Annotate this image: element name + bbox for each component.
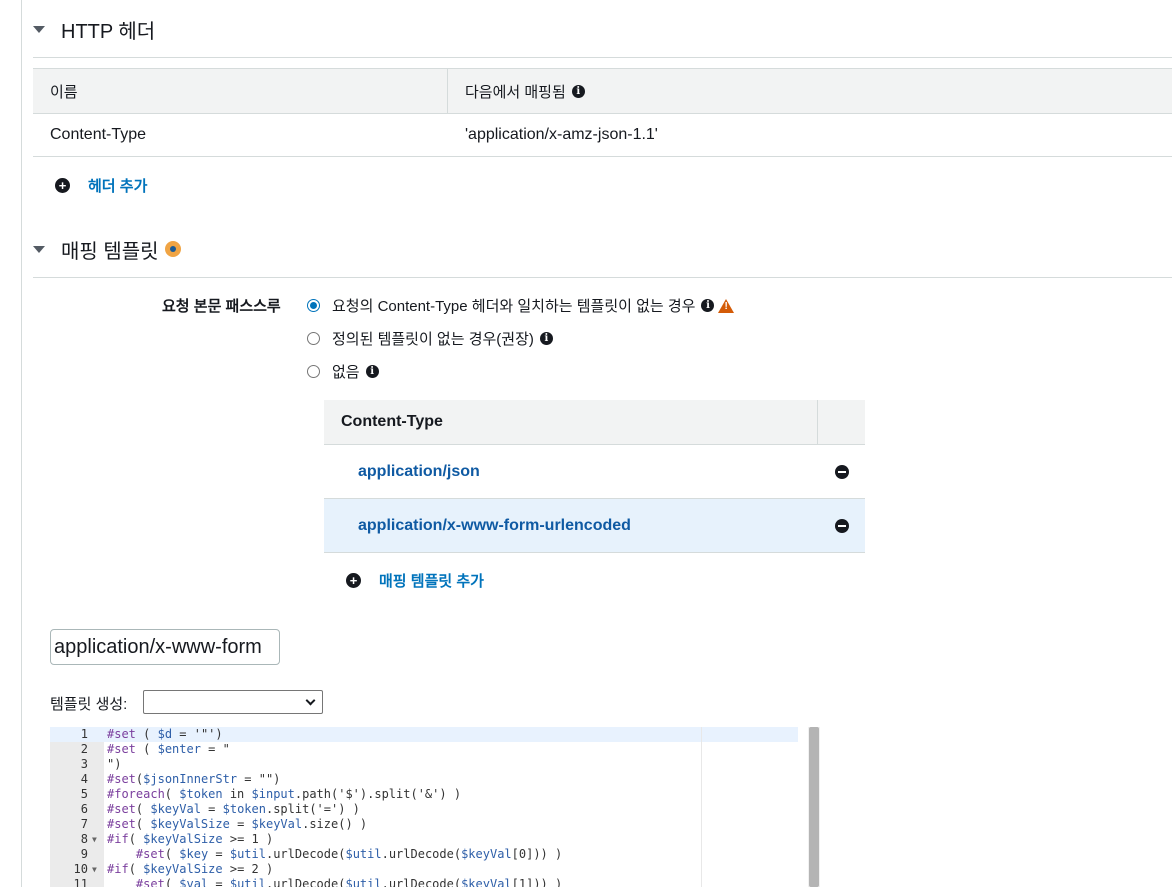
info-icon[interactable]: i — [365, 365, 379, 378]
code-line[interactable]: #set( $keyValSize = $keyVal.size() ) — [107, 817, 367, 832]
mapping-templates-section-header[interactable]: 매핑 템플릿 — [33, 234, 181, 264]
radio-button[interactable] — [307, 365, 320, 378]
code-line[interactable]: #set ( $enter = " — [107, 742, 230, 757]
http-headers-title: HTTP 헤더 — [61, 20, 156, 43]
generate-template-label: 템플릿 생성: — [50, 696, 128, 713]
fold-toggle-icon[interactable]: ▼ — [92, 832, 97, 847]
content-type-row[interactable]: application/x-www-form-urlencoded — [324, 499, 865, 553]
left-border — [21, 0, 22, 887]
radio-button[interactable] — [307, 332, 320, 345]
code-line[interactable]: #foreach( $token in $input.path('$').spl… — [107, 787, 461, 802]
content-type-table: Content-Type application/json applicatio… — [324, 400, 865, 553]
content-type-row[interactable]: application/json — [324, 445, 865, 499]
table-row[interactable]: Content-Type 'application/x-amz-json-1.1… — [33, 114, 1172, 157]
mapping-templates-title: 매핑 템플릿 — [61, 240, 159, 263]
line-number: 10 — [73, 862, 88, 876]
collapse-caret-icon[interactable] — [33, 245, 45, 253]
plus-icon: + — [55, 178, 70, 193]
code-line[interactable]: #set( $val = $util.urlDecode($util.urlDe… — [107, 877, 562, 887]
table-header-row: Content-Type — [324, 400, 865, 445]
line-number: 4 — [80, 772, 88, 786]
warning-icon — [718, 298, 735, 313]
remove-icon[interactable] — [834, 518, 849, 533]
code-line[interactable]: #if( $keyValSize >= 1 ) — [107, 832, 273, 847]
passthrough-option-when-no-templates[interactable]: 정의된 템플릿이 없는 경우(권장) i — [307, 328, 553, 349]
code-line[interactable]: #set($jsonInnerStr = "") — [107, 772, 280, 787]
content-type-link[interactable]: application/json — [324, 463, 818, 481]
line-number: 11 — [73, 877, 88, 887]
line-number: 3 — [80, 757, 88, 771]
passthrough-label: 요청 본문 패스스루 — [162, 298, 281, 315]
header-name-cell: Content-Type — [50, 126, 147, 143]
add-mapping-template-label: 매핑 템플릿 추가 — [379, 573, 484, 590]
header-mapped-from-cell: 'application/x-amz-json-1.1' — [465, 126, 658, 143]
code-line[interactable]: #set( $keyVal = $token.split('=') ) — [107, 802, 360, 817]
divider — [33, 57, 1172, 58]
plus-icon: + — [346, 573, 361, 588]
option-label: 요청의 Content-Type 헤더와 일치하는 템플릿이 없는 경우 — [332, 298, 696, 315]
editor-scrollbar[interactable] — [808, 727, 820, 887]
add-header-label: 헤더 추가 — [88, 178, 148, 195]
remove-icon[interactable] — [834, 464, 849, 479]
passthrough-option-when-no-match[interactable]: 요청의 Content-Type 헤더와 일치하는 템플릿이 없는 경우 i — [307, 295, 735, 316]
content-type-link[interactable]: application/x-www-form-urlencoded — [324, 517, 818, 535]
column-header-content-type: Content-Type — [324, 400, 818, 444]
column-header-name: 이름 — [33, 69, 448, 113]
option-label: 정의된 템플릿이 없는 경우(권장) — [332, 331, 534, 348]
info-icon[interactable]: i — [571, 84, 585, 98]
unsaved-changes-icon — [164, 241, 181, 257]
line-number: 7 — [80, 817, 88, 831]
line-number: 6 — [80, 802, 88, 816]
line-number: 8 — [80, 832, 88, 846]
print-margin — [701, 727, 702, 887]
table-header-row: 이름 다음에서 매핑됨 i — [33, 68, 1172, 114]
divider — [33, 277, 1172, 278]
info-icon[interactable]: i — [701, 299, 715, 312]
generate-template-select[interactable] — [143, 690, 323, 714]
chevron-down-icon — [305, 695, 316, 706]
line-number: 1 — [80, 727, 88, 741]
add-mapping-template-button[interactable]: + 매핑 템플릿 추가 — [346, 570, 484, 591]
code-line[interactable]: ") — [107, 757, 121, 772]
collapse-caret-icon[interactable] — [33, 25, 45, 33]
column-header-actions — [818, 400, 865, 444]
info-icon[interactable]: i — [539, 332, 553, 345]
http-headers-table: 이름 다음에서 매핑됨 i Content-Type 'application/… — [33, 68, 1172, 157]
code-line[interactable]: #if( $keyValSize >= 2 ) — [107, 862, 273, 877]
code-line[interactable]: #set ( $d = '"') — [107, 727, 223, 742]
line-number: 5 — [80, 787, 88, 801]
radio-button[interactable] — [307, 299, 320, 312]
line-number: 2 — [80, 742, 88, 756]
scrollbar-thumb[interactable] — [809, 727, 819, 887]
add-header-button[interactable]: + 헤더 추가 — [55, 175, 147, 196]
code-line[interactable]: #set( $key = $util.urlDecode($util.urlDe… — [107, 847, 562, 862]
column-header-mapped-from: 다음에서 매핑됨 i — [448, 69, 1172, 113]
option-label: 없음 — [332, 364, 360, 381]
passthrough-option-never[interactable]: 없음 i — [307, 361, 379, 382]
http-headers-section-header[interactable]: HTTP 헤더 — [33, 14, 155, 44]
content-type-field[interactable]: application/x-www-form — [50, 629, 280, 665]
line-number: 9 — [80, 847, 88, 861]
template-code-editor[interactable]: 1 #set ( $d = '"') 2 #set ( $enter = " 3 ") 4 #… — [50, 727, 820, 887]
column-header-mapped-from-label: 다음에서 매핑됨 — [465, 83, 566, 101]
fold-toggle-icon[interactable]: ▼ — [92, 862, 97, 877]
